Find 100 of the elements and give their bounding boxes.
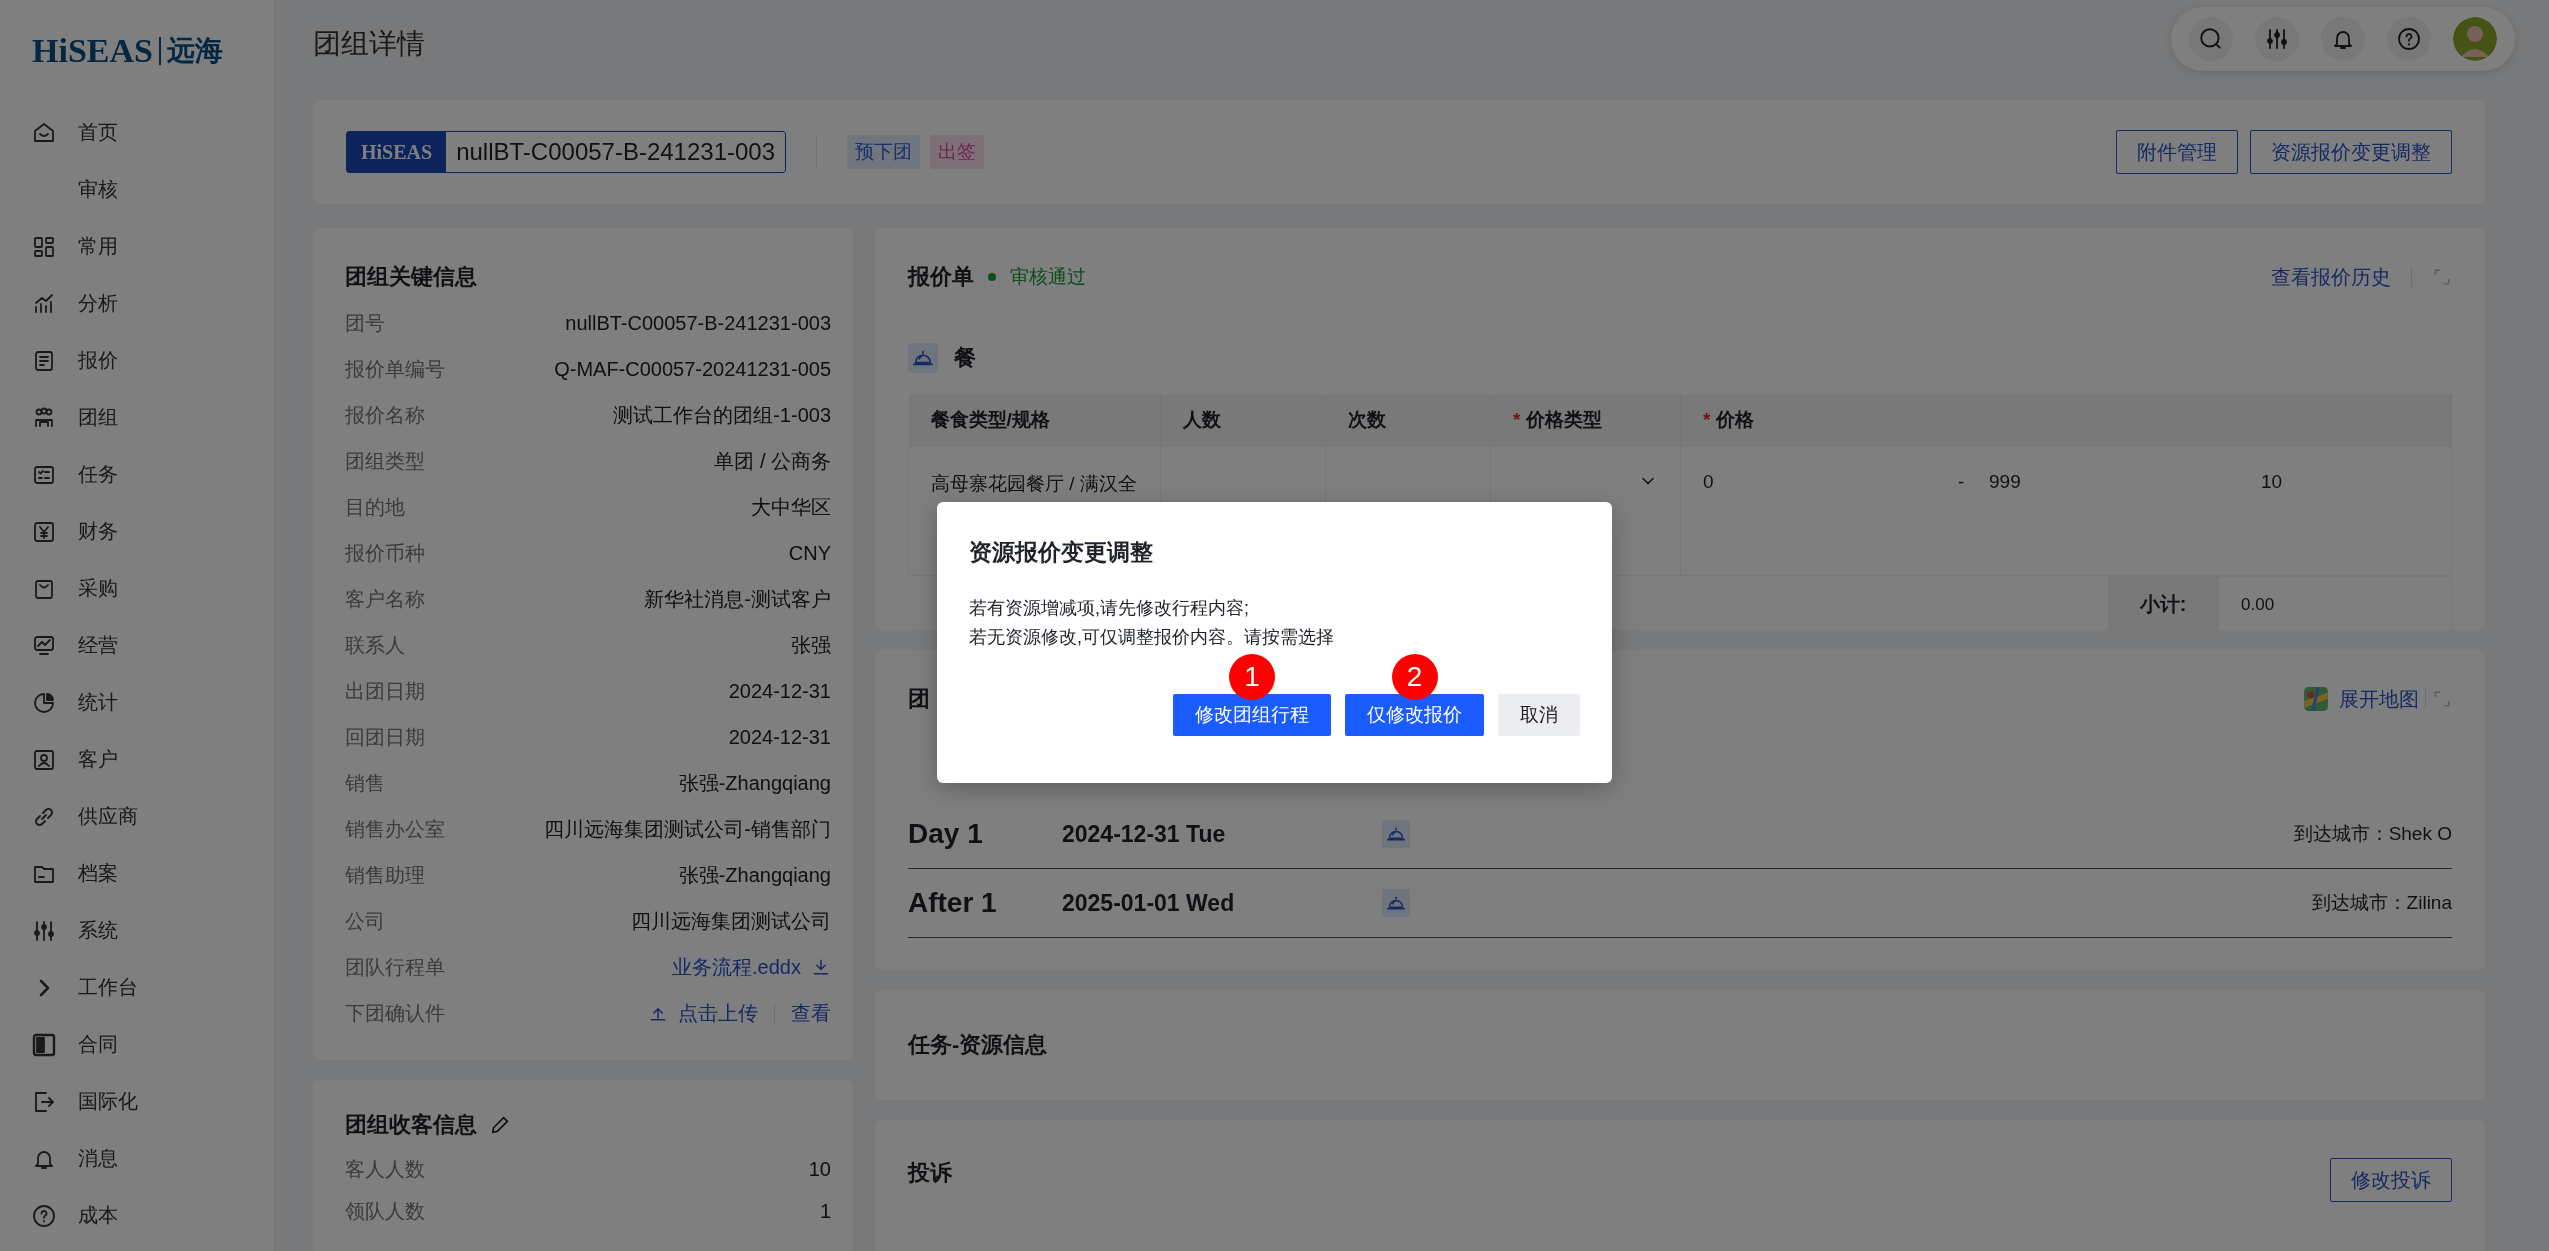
nav-item[interactable]: 采购 [78, 575, 118, 602]
day-date: 2025-01-01 Wed [1062, 889, 1236, 917]
nav-item[interactable]: 国际化 [78, 1088, 138, 1115]
field-value: 四川远海集团测试公司 [631, 908, 831, 934]
nav-item[interactable]: 档案 [78, 860, 118, 887]
nav-item[interactable]: 成本 [78, 1202, 118, 1229]
dialog-button[interactable]: 取消 [1498, 694, 1580, 736]
file-link[interactable]: 业务流程.eddx [672, 953, 801, 981]
dialog-button[interactable]: 仅修改报价 [1345, 694, 1484, 736]
outline-button[interactable]: 资源报价变更调整 [2250, 130, 2452, 174]
outline-button[interactable]: 附件管理 [2116, 130, 2238, 174]
field-label: 报价单编号 [345, 356, 445, 382]
house-icon [32, 120, 56, 145]
table-cell: 高母寨花园餐厅 / 满汉全 [931, 473, 1137, 494]
nav-item[interactable]: 分析 [78, 290, 118, 317]
field-value: Q-MAF-C00057-20241231-005 [554, 357, 831, 381]
nav-item[interactable]: 消息 [78, 1145, 118, 1172]
dialog-message: 若无资源修改,可仅调整报价内容。请按需选择 [969, 626, 1335, 649]
sliders-icon [2265, 27, 2289, 51]
nav-item[interactable]: 供应商 [78, 803, 138, 830]
nav-item[interactable]: 合同 [78, 1031, 118, 1058]
column-header: * 价格类型 [1490, 394, 1681, 447]
yen-icon [32, 519, 56, 544]
arrival-city: 到达城市：Zilina [2311, 891, 2452, 915]
edit-complaint-button[interactable]: 修改投诉 [2330, 1158, 2452, 1202]
field-value: 新华社消息-测试客户 [644, 586, 831, 612]
monitor-icon [32, 633, 56, 658]
nav-item[interactable]: 系统 [78, 917, 118, 944]
card-title: 投诉 [908, 1159, 952, 1187]
page-title: 团组详情 [313, 27, 425, 61]
history-link[interactable]: 查看报价历史 [2271, 263, 2391, 291]
search-button[interactable] [2189, 17, 2233, 61]
field-value: 2024-12-31 [728, 679, 831, 703]
status-tag: 预下团 [847, 135, 921, 169]
range-separator: - [1958, 471, 1965, 492]
nav-item[interactable]: 客户 [78, 746, 118, 773]
field-value: nullBT-C00057-B-241231-003 [565, 311, 831, 335]
dialog-message: 若有资源增减项,请先修改行程内容; [969, 597, 1250, 620]
field-label: 销售办公室 [345, 816, 445, 842]
brand-name: 远海 [166, 34, 223, 68]
field-label: 团号 [345, 310, 385, 336]
expand-icon [2432, 689, 2452, 709]
nav-item[interactable]: 报价 [78, 347, 118, 374]
notification-button[interactable] [2321, 17, 2365, 61]
nav-item[interactable]: 首页 [78, 119, 118, 146]
map-link[interactable]: 展开地图 [2339, 685, 2419, 713]
field-label: 客户名称 [345, 586, 425, 612]
pencil-icon[interactable] [489, 1114, 511, 1136]
expand-icon [2432, 267, 2452, 287]
help-button[interactable] [2387, 17, 2431, 61]
column-header: 次数 [1325, 394, 1491, 447]
field-value: 大中华区 [751, 494, 831, 520]
view-link[interactable]: 查看 [791, 999, 831, 1027]
day-date: 2024-12-31 Tue [1062, 820, 1227, 848]
status-text: 审核通过 [1010, 265, 1086, 289]
help-icon [2397, 27, 2421, 51]
section-title: 餐 [954, 344, 976, 372]
map-icon [2303, 686, 2329, 712]
nav-item[interactable]: 任务 [78, 461, 118, 488]
exit-icon [32, 1089, 56, 1114]
card-title: 团 [908, 685, 930, 713]
nav-item[interactable]: 审核 [78, 176, 118, 203]
field-label: 公司 [345, 908, 385, 934]
column-header: 人数 [1160, 394, 1326, 447]
nav-item[interactable]: 团组 [78, 404, 118, 431]
status-tag: 出签 [930, 135, 985, 169]
nav-item[interactable]: 财务 [78, 518, 118, 545]
arrival-city: 到达城市：Shek O [2293, 822, 2452, 846]
bar-chart-icon [32, 291, 56, 316]
field-value: 10 [808, 1157, 831, 1181]
card-title: 团组收客信息 [345, 1111, 477, 1139]
status-dot [988, 273, 996, 281]
column-header: * 价格 [1680, 394, 2452, 447]
dialog-button[interactable]: 修改团组行程 [1173, 694, 1331, 736]
field-label: 回团日期 [345, 724, 425, 750]
step-number-badge: 2 [1391, 654, 1438, 700]
field-value: 1 [819, 1199, 831, 1223]
field-label: 报价币种 [345, 540, 425, 566]
field-label: 团组类型 [345, 448, 425, 474]
download-icon[interactable] [811, 957, 831, 977]
nav-item[interactable]: 经营 [78, 632, 118, 659]
field-label: 销售助理 [345, 862, 425, 888]
nav-item[interactable]: 统计 [78, 689, 118, 716]
sliders-button[interactable] [2255, 17, 2299, 61]
panel-icon [32, 1032, 56, 1057]
day-label: After 1 [908, 887, 998, 919]
nav-item[interactable]: 工作台 [78, 974, 138, 1001]
nav-item[interactable]: 常用 [78, 233, 118, 260]
field-label: 客人人数 [345, 1156, 425, 1182]
field-value: 张强 [791, 632, 831, 658]
field-label: 出团日期 [345, 678, 425, 704]
day-label: Day 1 [908, 818, 984, 850]
card-title: 团组关键信息 [345, 263, 477, 291]
brand-logo: HiSEAS [32, 32, 153, 70]
help-icon [32, 1203, 56, 1228]
upload-link[interactable]: 点击上传 [678, 999, 758, 1027]
document-icon [32, 348, 56, 373]
column-header: 餐食类型/规格 [908, 394, 1161, 447]
people-icon [32, 405, 56, 430]
sliders-icon [32, 918, 56, 943]
